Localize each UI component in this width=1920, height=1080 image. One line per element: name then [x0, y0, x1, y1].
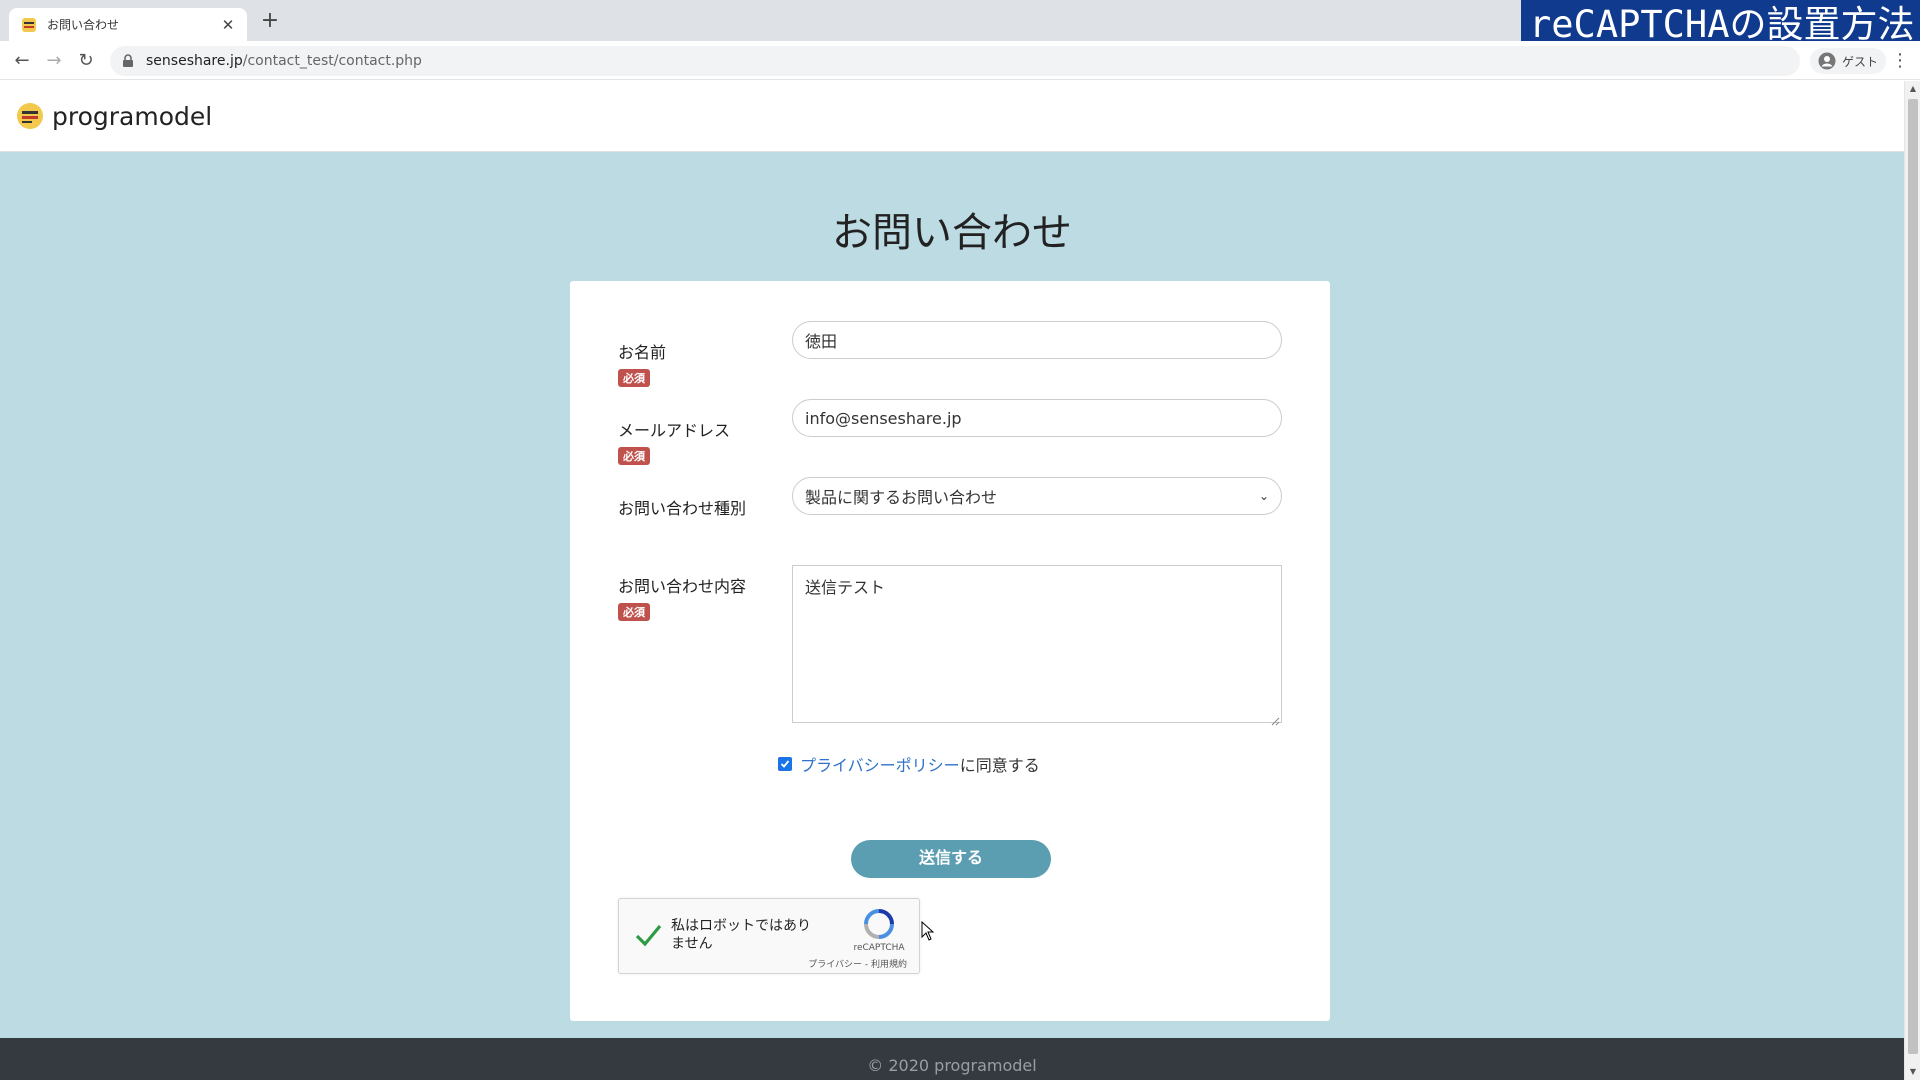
- email-label: メールアドレス: [618, 421, 731, 440]
- recaptcha-label: 私はロボットではありません: [671, 918, 811, 952]
- required-badge: 必須: [618, 603, 650, 621]
- site-header: programodel: [0, 81, 1904, 152]
- recaptcha-logo-icon: [862, 907, 896, 941]
- url-host: senseshare.jp: [146, 53, 243, 69]
- scrollbar-thumb[interactable]: [1908, 99, 1918, 1054]
- recaptcha-terms-links[interactable]: プライバシー - 利用規約: [795, 957, 919, 970]
- back-arrow-icon[interactable]: ←: [10, 49, 34, 73]
- inquiry-type-label-group: お問い合わせ種別: [618, 495, 746, 519]
- contact-form-card: お名前 必須 徳田 メールアドレス 必須 info@senseshare.jp …: [570, 281, 1330, 1021]
- site-footer: © 2020 programodel: [0, 1038, 1904, 1080]
- profile-button[interactable]: ゲスト: [1810, 48, 1887, 74]
- page-scrollbar[interactable]: ▲ ▼: [1904, 81, 1920, 1080]
- recaptcha-checkmark-icon[interactable]: [633, 921, 663, 951]
- message-textarea-value: 送信テスト: [805, 578, 886, 597]
- privacy-consent: プライバシーポリシー に同意する: [778, 752, 1040, 776]
- footer-copyright: © 2020 programodel: [867, 1056, 1037, 1075]
- scroll-down-icon[interactable]: ▼: [1905, 1064, 1920, 1080]
- privacy-consent-suffix: に同意する: [959, 756, 1040, 775]
- new-tab-icon[interactable]: +: [258, 10, 282, 34]
- browser-tab[interactable]: お問い合わせ ✕: [9, 8, 247, 41]
- submit-button[interactable]: 送信する: [851, 840, 1051, 878]
- recaptcha-brand: reCAPTCHA: [853, 943, 905, 953]
- forward-arrow-icon[interactable]: →: [42, 49, 66, 73]
- required-badge: 必須: [618, 369, 650, 387]
- lock-icon: [122, 54, 136, 68]
- chevron-down-icon: ⌄: [1258, 489, 1269, 503]
- name-input-value: 徳田: [805, 332, 838, 351]
- mouse-cursor-icon: [921, 920, 935, 941]
- page-title: お問い合わせ: [832, 210, 1072, 256]
- inquiry-type-selected: 製品に関するお問い合わせ: [805, 488, 998, 507]
- main-content: お問い合わせ お名前 必須 徳田 メールアドレス 必須 info@sensesh…: [0, 152, 1904, 1038]
- name-label-group: お名前 必須: [618, 339, 666, 387]
- logo-icon[interactable]: [16, 102, 44, 130]
- inquiry-type-select[interactable]: 製品に関するお問い合わせ ⌄: [792, 477, 1282, 515]
- name-label: お名前: [618, 343, 667, 362]
- required-badge: 必須: [618, 447, 650, 465]
- scroll-up-icon[interactable]: ▲: [1905, 81, 1920, 97]
- browser-tab-title: お問い合わせ: [47, 18, 120, 32]
- kebab-menu-icon[interactable]: ⋮: [1890, 49, 1910, 73]
- recaptcha-widget: 私はロボットではありません reCAPTCHA プライバシー - 利用規約: [618, 898, 920, 974]
- site-logo-text[interactable]: programodel: [52, 102, 212, 131]
- address-bar[interactable]: senseshare.jp/contact_test/contact.php: [110, 46, 1800, 76]
- inquiry-type-label: お問い合わせ種別: [618, 499, 747, 518]
- message-label-group: お問い合わせ内容 必須: [618, 573, 746, 621]
- name-input[interactable]: 徳田: [792, 321, 1282, 359]
- url-path: /contact_test/contact.php: [242, 53, 422, 69]
- email-label-group: メールアドレス 必須: [618, 417, 730, 465]
- profile-label: ゲスト: [1842, 54, 1879, 69]
- privacy-policy-link[interactable]: プライバシーポリシー: [800, 752, 960, 776]
- browser-toolbar: ← → ↻ senseshare.jp/contact_test/contact…: [0, 41, 1920, 80]
- message-label: お問い合わせ内容: [618, 577, 747, 596]
- message-textarea[interactable]: 送信テスト: [792, 565, 1282, 726]
- privacy-checkbox[interactable]: [778, 757, 792, 771]
- resize-handle-icon[interactable]: [1270, 711, 1280, 726]
- reload-icon[interactable]: ↻: [74, 49, 98, 73]
- email-input-value: info@senseshare.jp: [805, 408, 962, 428]
- site-favicon-icon: [21, 17, 37, 33]
- guest-avatar-icon: [1818, 52, 1836, 70]
- close-tab-icon[interactable]: ✕: [219, 16, 237, 34]
- email-input[interactable]: info@senseshare.jp: [792, 399, 1282, 437]
